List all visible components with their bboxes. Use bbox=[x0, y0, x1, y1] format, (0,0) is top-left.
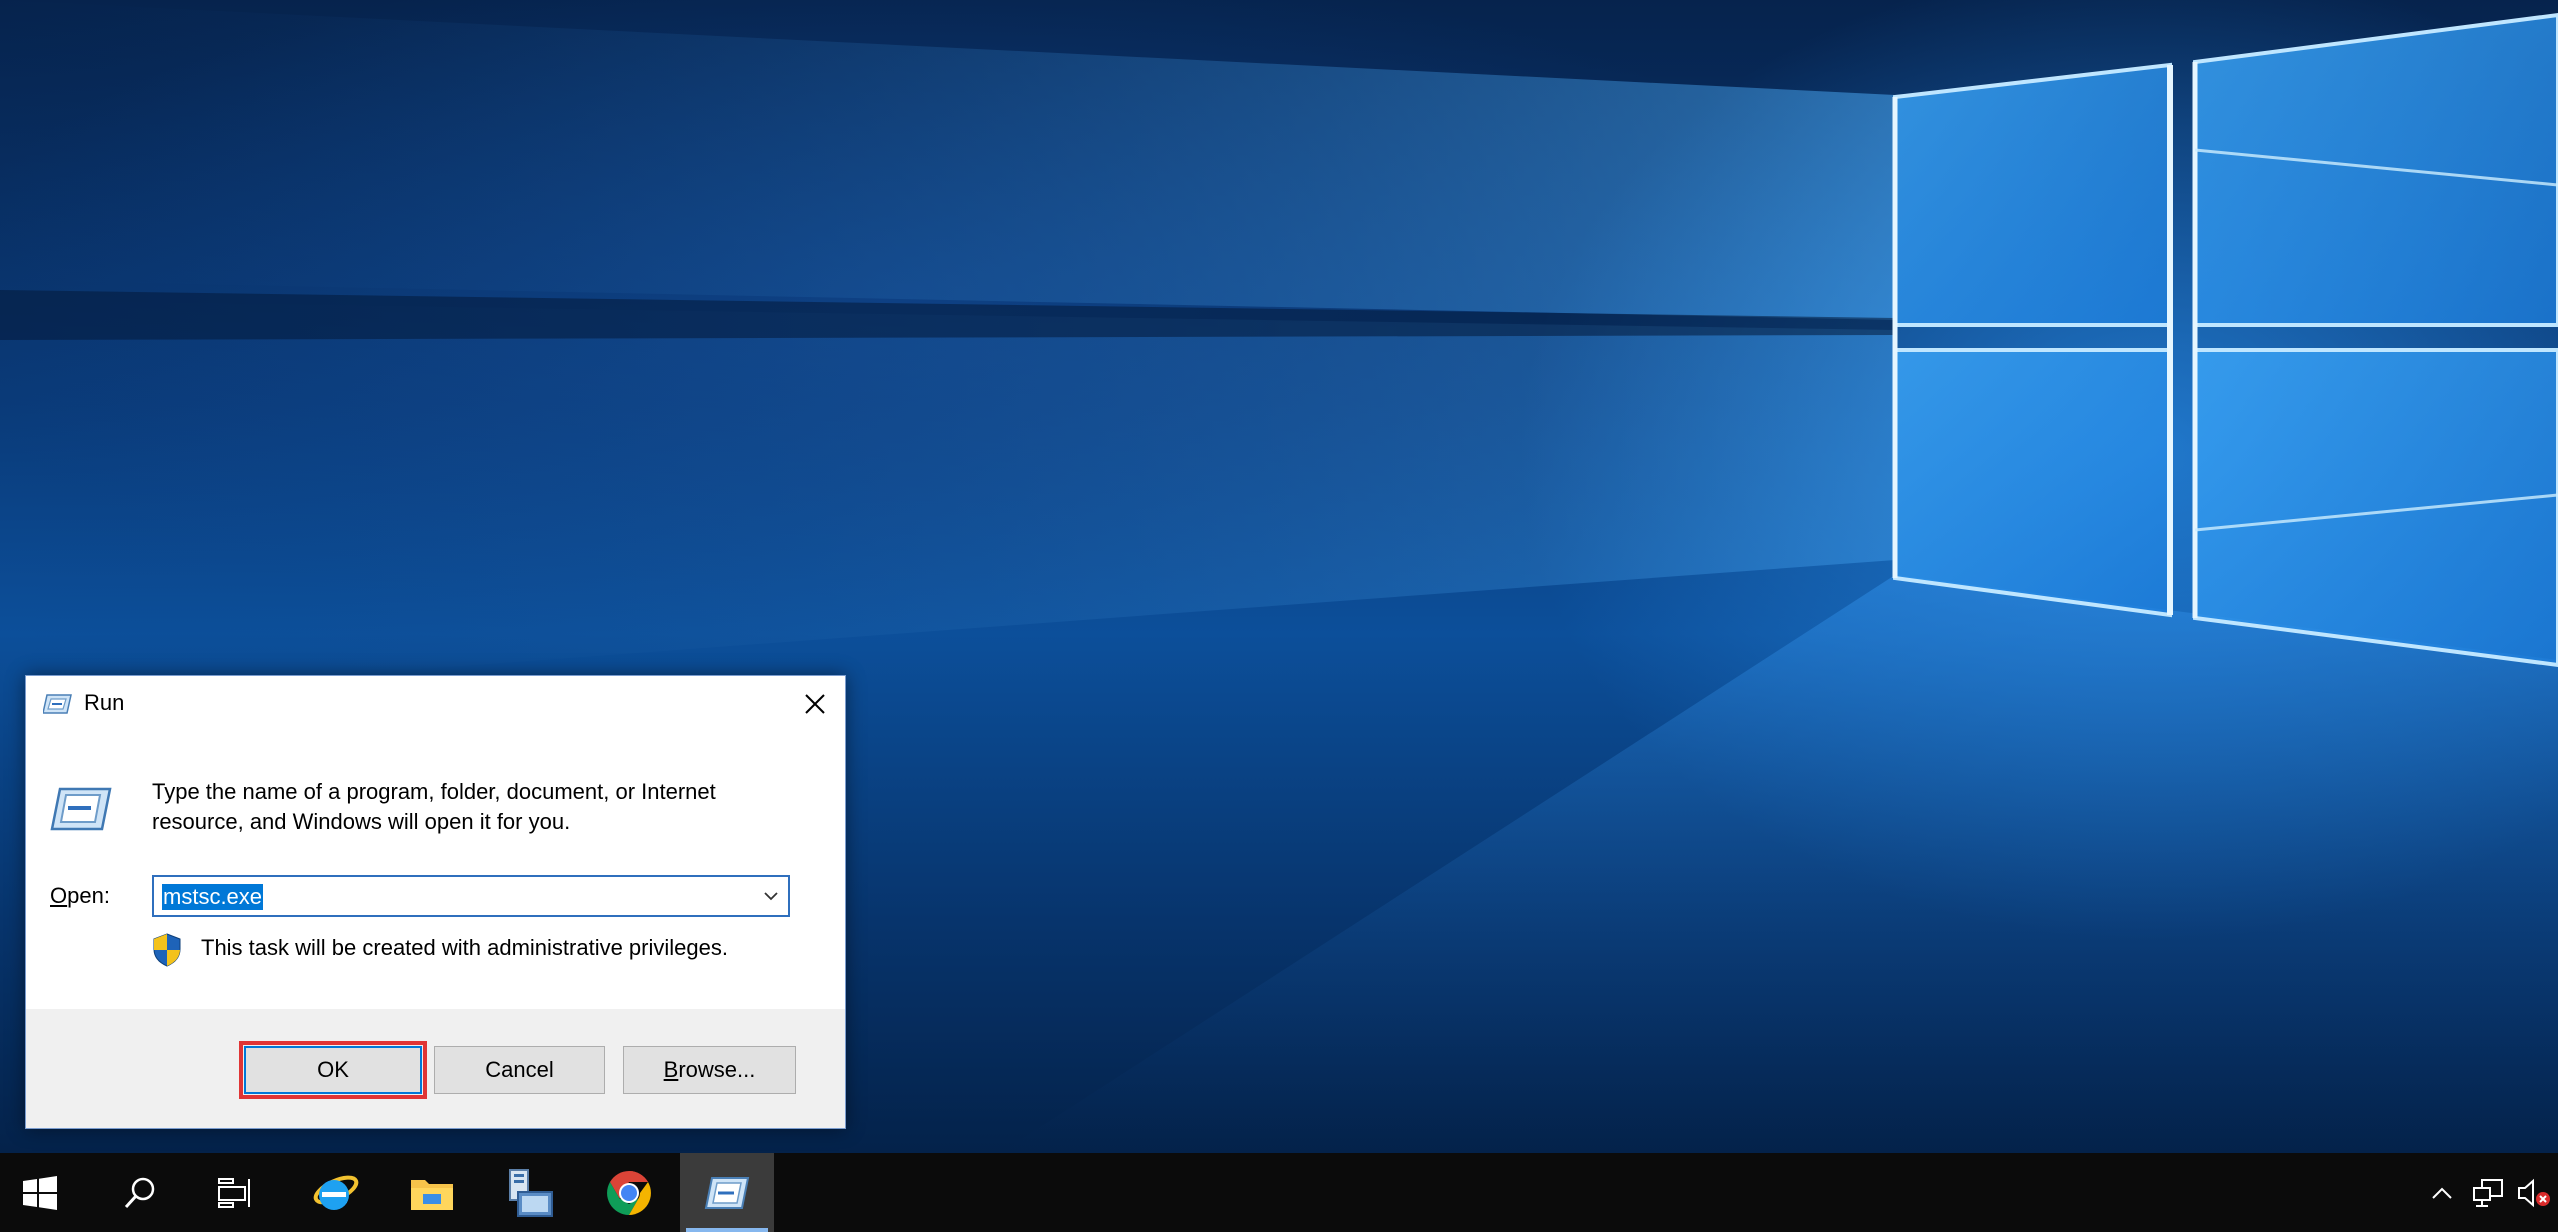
show-hidden-icons-button[interactable] bbox=[2422, 1153, 2462, 1232]
internet-explorer-icon bbox=[313, 1175, 359, 1210]
open-input-value[interactable]: mstsc.exe bbox=[162, 884, 264, 910]
uac-shield-icon bbox=[152, 933, 182, 967]
chevron-up-icon bbox=[2432, 1187, 2452, 1199]
chevron-down-icon[interactable] bbox=[758, 883, 784, 909]
browse-label: rowse... bbox=[678, 1057, 756, 1082]
open-combobox[interactable]: mstsc.exe bbox=[152, 875, 790, 917]
close-icon bbox=[805, 694, 825, 714]
cancel-button[interactable]: Cancel bbox=[434, 1046, 605, 1094]
dialog-description: Type the name of a program, folder, docu… bbox=[152, 779, 716, 834]
open-label-accelerator: O bbox=[50, 883, 68, 908]
run-dialog-titlebar[interactable]: Run bbox=[26, 676, 845, 732]
browse-accelerator: B bbox=[663, 1057, 679, 1082]
network-tray-button[interactable] bbox=[2468, 1153, 2508, 1232]
windows-start-icon bbox=[23, 1175, 57, 1210]
run-dialog: Run Type the name of a program, folder, … bbox=[25, 675, 846, 1129]
ok-button[interactable]: OK bbox=[244, 1046, 422, 1094]
taskbar bbox=[0, 1153, 2558, 1232]
chrome-icon bbox=[607, 1170, 651, 1215]
server-manager-icon bbox=[509, 1168, 553, 1217]
active-indicator bbox=[686, 1228, 768, 1232]
search-icon bbox=[124, 1177, 155, 1208]
search-button[interactable] bbox=[100, 1153, 180, 1232]
network-icon bbox=[2473, 1178, 2503, 1207]
dialog-title: Run bbox=[84, 690, 125, 715]
taskbar-server-manager[interactable] bbox=[489, 1153, 571, 1232]
taskbar-file-explorer[interactable] bbox=[391, 1153, 473, 1232]
task-view-icon bbox=[218, 1177, 250, 1208]
file-explorer-icon bbox=[411, 1179, 453, 1210]
run-app-icon bbox=[42, 692, 73, 716]
volume-tray-button[interactable] bbox=[2512, 1153, 2556, 1232]
run-large-icon bbox=[50, 784, 112, 834]
task-view-button[interactable] bbox=[195, 1153, 275, 1232]
close-button[interactable] bbox=[785, 676, 845, 732]
start-button[interactable] bbox=[0, 1153, 80, 1232]
open-label: Open: bbox=[50, 883, 110, 909]
volume-muted-icon bbox=[2518, 1178, 2550, 1207]
admin-privileges-note: This task will be created with administr… bbox=[201, 935, 728, 960]
taskbar-chrome[interactable] bbox=[588, 1153, 670, 1232]
open-label-text: pen: bbox=[67, 883, 110, 908]
taskbar-run-active[interactable] bbox=[680, 1153, 774, 1232]
browse-button[interactable]: Browse... bbox=[623, 1046, 796, 1094]
run-app-icon bbox=[704, 1176, 750, 1209]
taskbar-internet-explorer[interactable] bbox=[294, 1153, 376, 1232]
